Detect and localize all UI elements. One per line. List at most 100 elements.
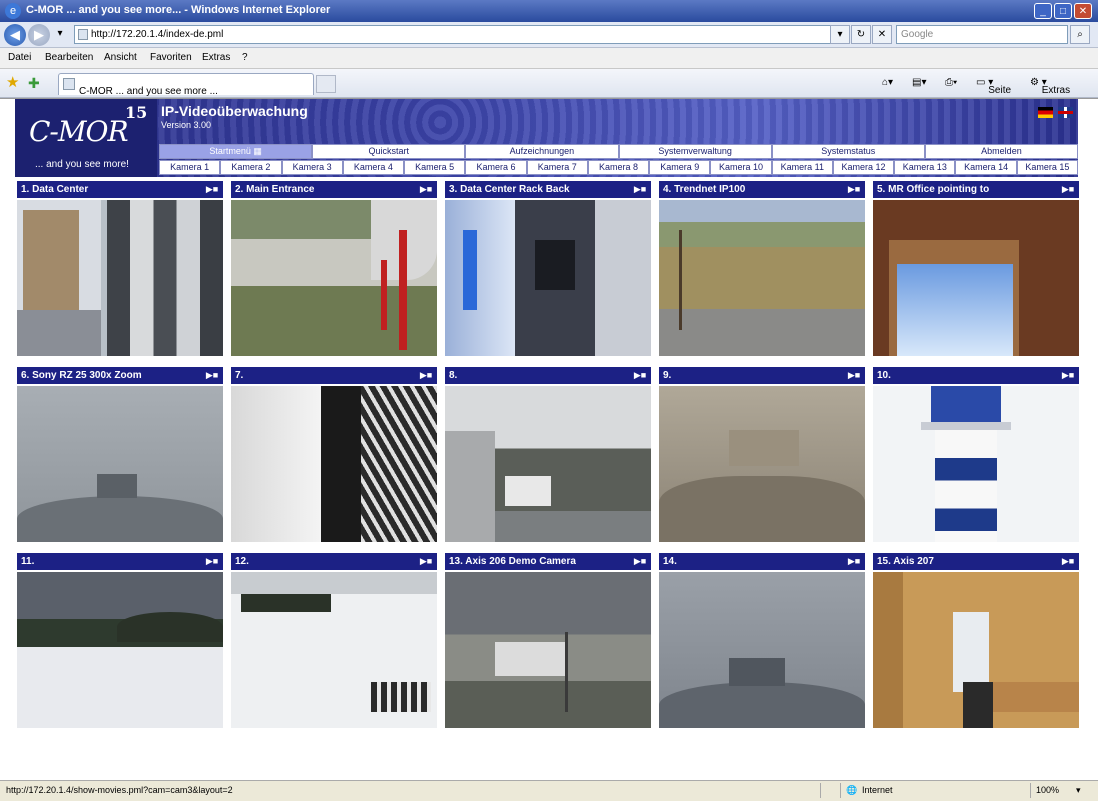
camera-nav-14[interactable]: Kamera 14 [955,160,1017,175]
feeds-icon[interactable]: ▤▾ [912,77,926,88]
camera-tile-2[interactable]: 2. Main Entrance ▶■ [231,181,437,358]
camera-tile-8[interactable]: 8. ▶■ [445,367,651,544]
menu-view[interactable]: Ansicht [104,52,137,63]
camera-icon[interactable]: ▶■ [418,556,434,567]
home-icon[interactable]: ⌂▾ [882,77,893,88]
add-favorite-icon[interactable]: ✚ [28,75,44,91]
zoom-dropdown-icon[interactable]: ▾ [1076,785,1081,796]
minimize-button[interactable]: _ [1034,3,1052,19]
camera-image[interactable] [231,200,437,356]
camera-icon[interactable]: ▶■ [632,370,648,381]
camera-tile-1[interactable]: 1. Data Center ▶■ [17,181,223,358]
camera-nav-6[interactable]: Kamera 6 [465,160,527,175]
nav-system-status[interactable]: Systemstatus [771,144,925,159]
camera-tile-15[interactable]: 15. Axis 207 ▶■ [873,553,1079,730]
camera-tile-11[interactable]: 11. ▶■ [17,553,223,730]
camera-nav-5[interactable]: Kamera 5 [404,160,466,175]
camera-nav-10[interactable]: Kamera 10 [710,160,772,175]
uk-flag-icon[interactable] [1058,107,1073,118]
camera-tile-6[interactable]: 6. Sony RZ 25 300x Zoom ▶■ [17,367,223,544]
app-title: IP-Videoüberwachung [161,103,308,119]
camera-image[interactable] [659,386,865,542]
menu-help[interactable]: ? [242,52,248,63]
camera-nav-2[interactable]: Kamera 2 [220,160,282,175]
forward-button[interactable]: ▶ [28,24,50,46]
nav-system-admin[interactable]: Systemverwaltung [618,144,772,159]
camera-nav-11[interactable]: Kamera 11 [771,160,833,175]
print-icon[interactable]: ⎙▾ [945,77,957,88]
camera-nav-7[interactable]: Kamera 7 [526,160,588,175]
address-dropdown-icon[interactable]: ▾ [830,25,850,44]
camera-tile-10[interactable]: 10. ▶■ [873,367,1079,544]
camera-tile-3[interactable]: 3. Data Center Rack Back ▶■ [445,181,651,358]
camera-nav-12[interactable]: Kamera 12 [832,160,895,175]
camera-nav-1[interactable]: Kamera 1 [159,160,221,175]
search-icon[interactable]: ⌕ [1070,25,1090,44]
menu-edit[interactable]: Bearbeiten [45,52,93,63]
camera-image[interactable] [17,572,223,728]
camera-nav-4[interactable]: Kamera 4 [342,160,405,175]
camera-tile-7[interactable]: 7. ▶■ [231,367,437,544]
new-tab-button[interactable] [316,75,336,93]
camera-icon[interactable]: ▶■ [1060,370,1076,381]
menu-tools[interactable]: Extras [202,52,230,63]
camera-nav-8[interactable]: Kamera 8 [587,160,650,175]
address-input[interactable]: http://172.20.1.4/index-de.pml [74,25,844,44]
camera-image[interactable] [659,200,865,356]
nav-recordings[interactable]: Aufzeichnungen [465,144,619,159]
camera-image[interactable] [445,386,651,542]
back-button[interactable]: ◀ [4,24,26,46]
camera-tile-5[interactable]: 5. MR Office pointing to ▶■ [873,181,1079,358]
camera-icon[interactable]: ▶■ [204,556,220,567]
stop-button[interactable]: ✕ [872,25,892,44]
camera-tile-4[interactable]: 4. Trendnet IP100 ▶■ [659,181,865,358]
camera-icon[interactable]: ▶■ [204,370,220,381]
camera-icon[interactable]: ▶■ [418,184,434,195]
zoom-level[interactable]: 100% [1036,785,1059,795]
search-input[interactable]: Google [896,25,1068,44]
menu-favorites[interactable]: Favoriten [150,52,192,63]
camera-icon[interactable]: ▶■ [204,184,220,195]
menu-file[interactable]: Datei [8,52,31,63]
camera-image[interactable] [873,200,1079,356]
camera-tile-13[interactable]: 13. Axis 206 Demo Camera ▶■ [445,553,651,730]
camera-nav-15[interactable]: Kamera 15 [1016,160,1078,175]
recent-pages-icon[interactable]: ▾ [52,25,68,44]
camera-icon[interactable]: ▶■ [846,370,862,381]
camera-icon[interactable]: ▶■ [632,184,648,195]
camera-icon[interactable]: ▶■ [418,370,434,381]
nav-start-menu[interactable]: Startmenü ▦ [159,144,313,159]
nav-quickstart[interactable]: Quickstart [312,144,466,159]
german-flag-icon[interactable] [1038,107,1053,118]
favorites-star-icon[interactable]: ★ [6,75,22,91]
camera-image[interactable] [17,386,223,542]
page-menu[interactable]: ▭ Seite ▾ [976,77,1011,96]
camera-tile-14[interactable]: 14. ▶■ [659,553,865,730]
camera-icon[interactable]: ▶■ [632,556,648,567]
address-toolbar: ◀ ▶ ▾ http://172.20.1.4/index-de.pml ▾ ↻… [0,22,1098,48]
camera-image[interactable] [445,200,651,356]
camera-image[interactable] [659,572,865,728]
camera-image[interactable] [231,572,437,728]
tools-menu[interactable]: ⚙ Extras ▾ [1030,77,1070,96]
camera-nav-3[interactable]: Kamera 3 [281,160,343,175]
camera-image[interactable] [17,200,223,356]
camera-icon[interactable]: ▶■ [1060,184,1076,195]
nav-logout[interactable]: Abmelden [924,144,1078,159]
browser-tab[interactable]: C-MOR ... and you see more ... [58,73,314,97]
camera-icon[interactable]: ▶■ [846,184,862,195]
camera-nav-9[interactable]: Kamera 9 [649,160,711,175]
app-banner: C-MOR 15 ... and you see more! IP-Videoü… [15,99,1078,177]
refresh-button[interactable]: ↻ [851,25,871,44]
maximize-button[interactable]: □ [1054,3,1072,19]
camera-image[interactable] [873,386,1079,542]
camera-tile-9[interactable]: 9. ▶■ [659,367,865,544]
camera-image[interactable] [231,386,437,542]
camera-icon[interactable]: ▶■ [1060,556,1076,567]
camera-icon[interactable]: ▶■ [846,556,862,567]
camera-image[interactable] [445,572,651,728]
camera-tile-12[interactable]: 12. ▶■ [231,553,437,730]
camera-image[interactable] [873,572,1079,728]
camera-nav-13[interactable]: Kamera 13 [894,160,956,175]
close-button[interactable]: ✕ [1074,3,1092,19]
